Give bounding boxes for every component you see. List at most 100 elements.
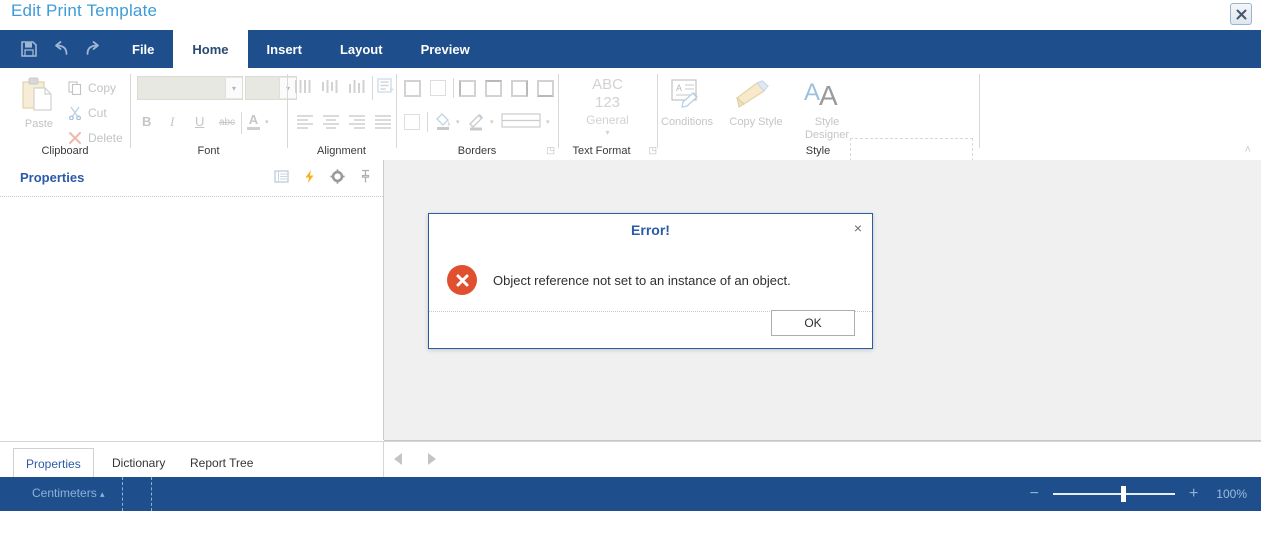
paste-icon	[22, 77, 52, 111]
bottom-tab-dictionary[interactable]: Dictionary	[100, 448, 177, 477]
chevron-down-icon[interactable]: ▾	[559, 128, 656, 137]
paste-button[interactable]: Paste	[14, 74, 64, 144]
bottom-tab-divider	[383, 442, 384, 478]
delete-button[interactable]: Delete	[68, 131, 123, 145]
events-lightning-icon[interactable]	[302, 169, 317, 184]
border-left-icon[interactable]	[459, 80, 476, 97]
border-top-icon[interactable]	[485, 80, 502, 97]
text-format-sample-abc: ABC	[592, 76, 623, 93]
ribbon-group-font: ▾ ▾ B I U abc A ▾ Font	[131, 68, 297, 160]
error-icon	[447, 265, 477, 295]
error-dialog: Error! × Object reference not set to an …	[428, 213, 873, 349]
text-format-group-label: Text Format	[572, 145, 631, 157]
zoom-out-button[interactable]: −	[1030, 485, 1039, 503]
align-justify-icon[interactable]	[374, 114, 392, 130]
ribbon-group-text-format: ABC 123 General ▾ Text Format ◳	[559, 68, 657, 160]
bottom-tab-properties[interactable]: Properties	[13, 448, 94, 480]
quick-access-toolbar	[20, 30, 102, 68]
svg-text:A: A	[819, 80, 838, 110]
status-divider	[151, 477, 152, 511]
delete-label: Delete	[88, 131, 123, 145]
border-bottom-icon[interactable]	[537, 80, 554, 97]
copy-label: Copy	[88, 81, 117, 95]
units-label: Centimeters	[32, 486, 97, 500]
font-group-label: Font	[197, 145, 220, 157]
underline-button[interactable]: U	[195, 114, 204, 129]
page-prev-arrow-icon[interactable]	[394, 453, 402, 465]
align-left-icon[interactable]	[296, 114, 314, 130]
redo-icon[interactable]	[84, 40, 102, 58]
border-right-icon[interactable]	[511, 80, 528, 97]
text-format-value: General	[586, 113, 629, 127]
chevron-down-icon[interactable]: ▾	[456, 118, 460, 126]
zoom-level-label: 100%	[1216, 487, 1247, 501]
strikethrough-button[interactable]: abc	[219, 117, 235, 128]
error-dialog-close-button[interactable]: ×	[854, 221, 862, 235]
ribbon-tab-strip: File Home Insert Layout Preview	[0, 30, 1261, 68]
fill-color-icon[interactable]	[433, 111, 453, 131]
style-designer-icon[interactable]: A A	[804, 78, 848, 110]
tab-file[interactable]: File	[113, 30, 173, 68]
align-vertical-bottom-icon[interactable]	[348, 78, 368, 96]
chevron-down-icon[interactable]: ▾	[490, 118, 494, 126]
page-footer	[0, 511, 1261, 559]
text-color-swatch	[247, 127, 260, 130]
bottom-tab-report-tree[interactable]: Report Tree	[178, 448, 265, 477]
style-designer-line1: Style	[814, 116, 840, 128]
copy-style-label[interactable]: Copy Style	[720, 116, 792, 129]
align-center-icon[interactable]	[322, 114, 340, 130]
error-dialog-title: Error!	[631, 222, 670, 238]
text-format-dialog-launcher[interactable]: ◳	[648, 145, 657, 156]
border-none-icon[interactable]	[430, 80, 446, 96]
edit-print-template-window: Edit Print Template File Home Insert Lay…	[0, 0, 1261, 559]
border-style-icon[interactable]	[501, 112, 543, 130]
bold-button[interactable]: B	[142, 114, 151, 129]
conditions-label[interactable]: Conditions	[658, 116, 716, 129]
cut-button[interactable]: Cut	[68, 106, 107, 120]
border-clear-icon[interactable]	[404, 114, 420, 130]
svg-text:A: A	[804, 79, 820, 106]
properties-panel: Properties	[0, 160, 384, 440]
border-color-pen-icon[interactable]	[467, 111, 487, 131]
align-vertical-top-icon[interactable]	[294, 78, 314, 96]
page-next-arrow-icon[interactable]	[428, 453, 436, 465]
tab-insert[interactable]: Insert	[248, 30, 321, 68]
delete-x-icon	[69, 132, 81, 144]
conditions-icon[interactable]: A	[669, 78, 705, 110]
text-color-letter: A	[248, 112, 259, 127]
borders-divider-2	[427, 112, 428, 132]
text-color-button[interactable]: A	[247, 112, 260, 130]
zoom-in-button[interactable]: +	[1189, 485, 1198, 503]
chevron-down-icon[interactable]: ▾	[546, 118, 550, 126]
borders-divider	[453, 78, 454, 98]
zoom-controls: − + 100%	[1030, 477, 1247, 511]
error-dialog-ok-button[interactable]: OK	[771, 310, 855, 336]
close-window-button[interactable]	[1230, 3, 1252, 25]
tab-home[interactable]: Home	[173, 30, 248, 68]
gear-icon[interactable]	[330, 169, 345, 184]
zoom-slider-handle[interactable]	[1120, 486, 1126, 502]
ribbon-group-clipboard: Paste Copy Cut Delete Clipboard	[0, 68, 130, 160]
tab-preview[interactable]: Preview	[402, 30, 489, 68]
ribbon-collapse-button[interactable]: ˄	[1245, 144, 1251, 156]
save-icon[interactable]	[20, 40, 38, 58]
copy-style-brush-icon[interactable]	[733, 80, 773, 110]
tab-layout[interactable]: Layout	[321, 30, 402, 68]
chevron-down-icon[interactable]: ▾	[265, 118, 269, 126]
font-name-combo[interactable]: ▾	[137, 76, 243, 100]
zoom-slider[interactable]	[1052, 486, 1175, 502]
copy-button[interactable]: Copy	[68, 81, 116, 95]
scissors-icon	[69, 106, 81, 120]
text-format-sample-123: 123	[594, 94, 621, 111]
pin-icon[interactable]	[358, 169, 373, 184]
undo-icon[interactable]	[52, 40, 70, 58]
border-all-icon[interactable]	[404, 80, 421, 97]
units-selector[interactable]: Centimeters ▴	[32, 486, 105, 500]
style-designer-label[interactable]: Style Designer	[798, 116, 856, 142]
error-dialog-message: Object reference not set to an instance …	[493, 273, 791, 288]
align-vertical-center-icon[interactable]	[321, 78, 341, 96]
text-direction-icon[interactable]	[377, 77, 395, 95]
italic-button[interactable]: I	[170, 114, 174, 130]
grid-icon[interactable]	[274, 169, 289, 184]
align-right-icon[interactable]	[348, 114, 366, 130]
